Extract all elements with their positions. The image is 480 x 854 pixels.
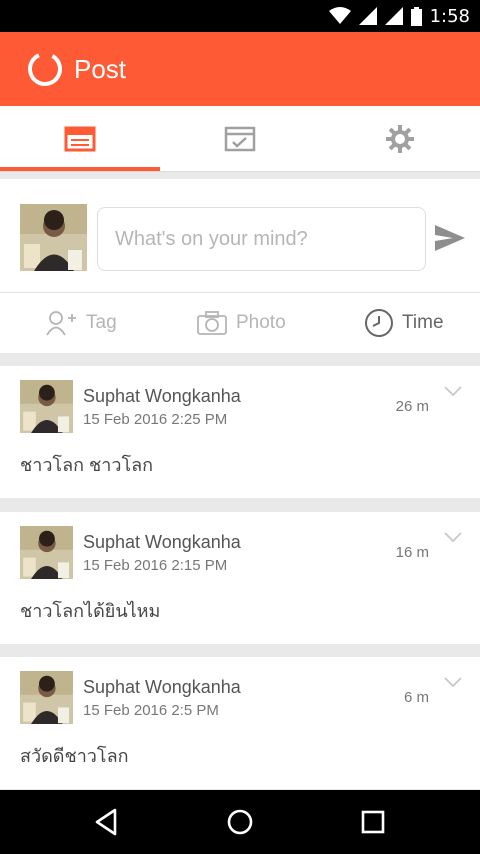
time-label: Time — [402, 312, 444, 333]
post-age: 6 m — [403, 689, 429, 706]
post-text: สวัดดีชาวโลก — [20, 746, 129, 766]
tab-bar — [0, 106, 480, 172]
cell-signal-icon — [384, 7, 403, 25]
post-author[interactable]: Suphat Wongkanha — [83, 677, 241, 698]
navigation-bar — [0, 790, 480, 854]
app-bar: Post — [0, 32, 480, 106]
composer: What's on your mind? Tag Photo Time — [0, 179, 480, 353]
chevron-down-icon[interactable] — [444, 386, 462, 396]
gear-icon — [386, 124, 414, 153]
tab-checklist[interactable] — [160, 106, 320, 171]
post-card[interactable]: Suphat Wongkanha 15 Feb 2016 2:5 PM 6 m … — [0, 657, 480, 789]
status-input-placeholder: What's on your mind? — [115, 227, 308, 250]
avatar[interactable] — [20, 204, 87, 271]
checklist-icon — [224, 126, 256, 151]
post-card[interactable]: Suphat Wongkanha 15 Feb 2016 2:15 PM 16 … — [0, 512, 480, 644]
photo-button[interactable]: Photo — [196, 310, 286, 336]
post-date: 15 Feb 2016 2:15 PM — [83, 557, 228, 574]
avatar[interactable] — [20, 380, 73, 433]
avatar[interactable] — [20, 526, 73, 579]
status-icons: 1:58 — [328, 0, 470, 32]
clock: 1:58 — [429, 5, 470, 27]
post-author[interactable]: Suphat Wongkanha — [83, 532, 241, 553]
post-text: ชาวโลกได้ยินไหม — [20, 601, 161, 621]
tab-feed[interactable] — [0, 106, 160, 171]
post-author[interactable]: Suphat Wongkanha — [83, 386, 241, 407]
page-title: Post — [74, 53, 127, 84]
status-bar: 1:58 — [0, 0, 480, 32]
tab-settings[interactable] — [320, 106, 480, 171]
post-card[interactable]: Suphat Wongkanha 15 Feb 2016 2:25 PM 26 … — [0, 366, 480, 498]
feed-icon — [64, 126, 96, 151]
post-age: 16 m — [395, 544, 429, 561]
back-icon[interactable] — [91, 806, 123, 838]
post-date: 15 Feb 2016 2:5 PM — [83, 702, 219, 719]
time-button[interactable]: Time — [364, 308, 444, 338]
recents-icon[interactable] — [357, 806, 389, 838]
battery-icon — [410, 6, 422, 26]
composer-actions: Tag Photo Time — [0, 293, 480, 353]
status-input[interactable]: What's on your mind? — [97, 207, 426, 271]
camera-icon — [197, 311, 227, 335]
chevron-down-icon[interactable] — [444, 532, 462, 542]
photo-label: Photo — [236, 312, 286, 333]
circle-logo-icon — [28, 52, 62, 86]
post-age: 26 m — [395, 398, 429, 415]
home-icon[interactable] — [224, 806, 256, 838]
avatar[interactable] — [20, 671, 73, 724]
tag-button[interactable]: Tag — [46, 310, 117, 336]
cell-signal-icon — [358, 7, 377, 25]
clock-icon — [365, 309, 393, 337]
tag-label: Tag — [86, 312, 117, 333]
chevron-down-icon[interactable] — [444, 677, 462, 687]
add-person-icon — [46, 311, 76, 336]
post-date: 15 Feb 2016 2:25 PM — [83, 411, 228, 428]
wifi-icon — [328, 7, 351, 24]
post-text: ชาวโลก ชาวโลก — [20, 455, 154, 475]
send-icon[interactable] — [433, 223, 467, 253]
